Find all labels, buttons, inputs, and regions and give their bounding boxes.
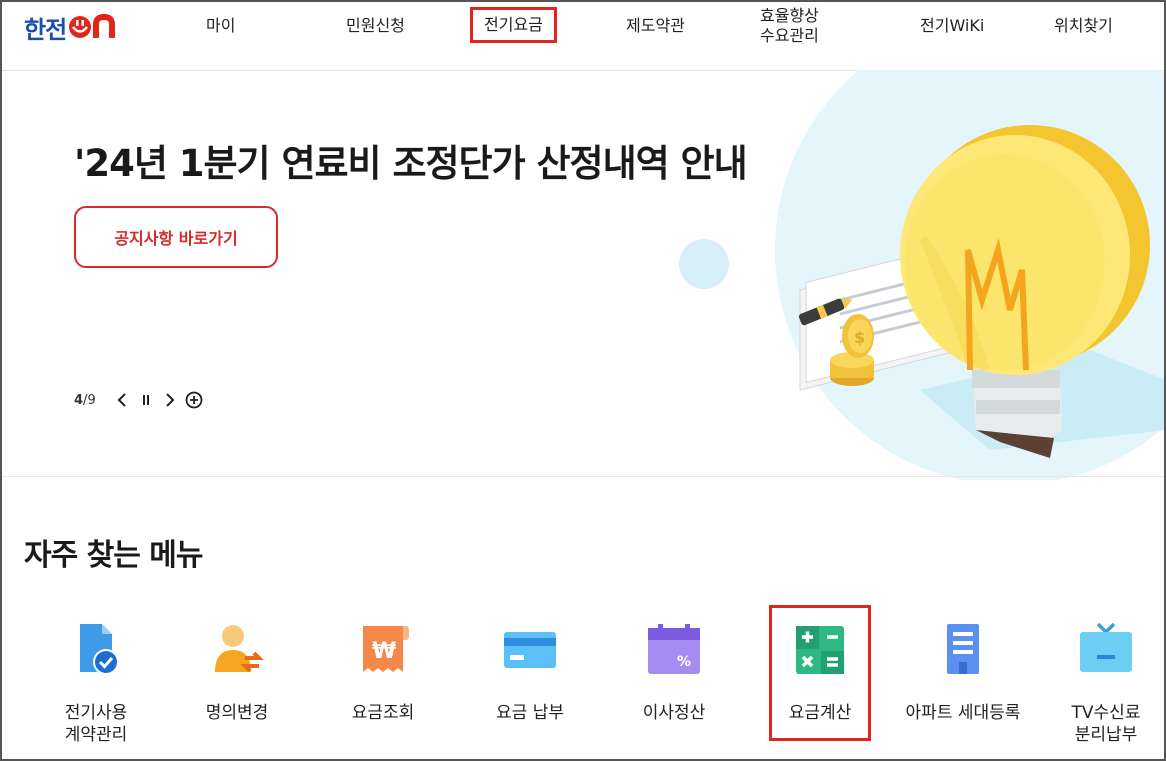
svg-text:$: $ (854, 328, 865, 347)
slide-total: 9 (87, 392, 96, 408)
menu-bill-calculation[interactable]: 요금계산 (750, 620, 890, 724)
svg-text:₩: ₩ (372, 639, 396, 664)
prev-slide-icon[interactable] (110, 389, 134, 411)
menu-label: 요금조회 (351, 703, 415, 723)
nav-location[interactable]: 위치찾기 (1054, 16, 1113, 36)
menu-label: TV수신료 분리납부 (1071, 703, 1141, 745)
top-header: 한전 마이 민원신청 전기요금 제도약관 효율향상 수요관리 전기WiKi 위치… (2, 2, 1164, 71)
menu-tv-fee-separation[interactable]: TV수신료 분리납부 (1036, 620, 1166, 746)
contract-document-icon (80, 624, 119, 675)
quick-menu-title: 자주 찾는 메뉴 (24, 538, 203, 573)
menu-move-settlement[interactable]: % 이사정산 (604, 620, 744, 724)
pause-icon[interactable] (134, 389, 158, 411)
person-change-icon (215, 625, 264, 673)
notice-shortcut-button[interactable]: 공지사항 바로가기 (74, 206, 278, 268)
menu-label: 요금계산 (788, 703, 852, 723)
menu-label: 명의변경 (205, 703, 269, 723)
menu-bill-inquiry[interactable]: ₩ 요금조회 (313, 620, 453, 724)
nav-my[interactable]: 마이 (206, 16, 235, 36)
svg-text:%: % (677, 654, 691, 670)
slider-controls: 4/9 (74, 389, 206, 411)
nav-terms[interactable]: 제도약관 (626, 16, 685, 36)
calculator-icon (796, 626, 844, 674)
menu-bill-payment[interactable]: 요금 납부 (460, 620, 600, 724)
tv-icon (1080, 622, 1132, 672)
logo-text: 한전 (24, 15, 67, 44)
won-receipt-icon: ₩ (363, 626, 409, 672)
apartment-icon (947, 624, 979, 674)
logo-on-mark-icon (68, 14, 116, 40)
nav-efficiency[interactable]: 효율향상 수요관리 (760, 6, 819, 46)
menu-label: 아파트 세대등록 (905, 703, 1021, 723)
plus-circle-icon[interactable] (182, 389, 206, 411)
calendar-percent-icon: % (648, 624, 700, 674)
menu-label: 전기사용 계약관리 (64, 703, 128, 745)
slide-current: 4 (74, 392, 84, 408)
menu-label: 요금 납부 (496, 703, 564, 723)
menu-label: 이사정산 (642, 703, 706, 723)
next-slide-icon[interactable] (158, 389, 182, 411)
hero-title: '24년 1분기 연료비 조정단가 산정내역 안내 (74, 142, 748, 185)
section-divider (2, 476, 1164, 477)
menu-name-change[interactable]: 명의변경 (167, 620, 307, 724)
menu-contract-management[interactable]: 전기사용 계약관리 (26, 620, 166, 746)
credit-card-icon (504, 632, 556, 668)
menu-apartment-registration[interactable]: 아파트 세대등록 (893, 620, 1033, 724)
nav-electricity-bill[interactable]: 전기요금 (470, 7, 557, 43)
slide-counter: 4/9 (74, 393, 96, 408)
lightbulb-illustration: $ (670, 15, 1166, 485)
nav-wiki[interactable]: 전기WiKi (920, 16, 984, 36)
nav-civil-application[interactable]: 민원신청 (346, 16, 405, 36)
kepco-on-logo[interactable]: 한전 (24, 12, 116, 44)
